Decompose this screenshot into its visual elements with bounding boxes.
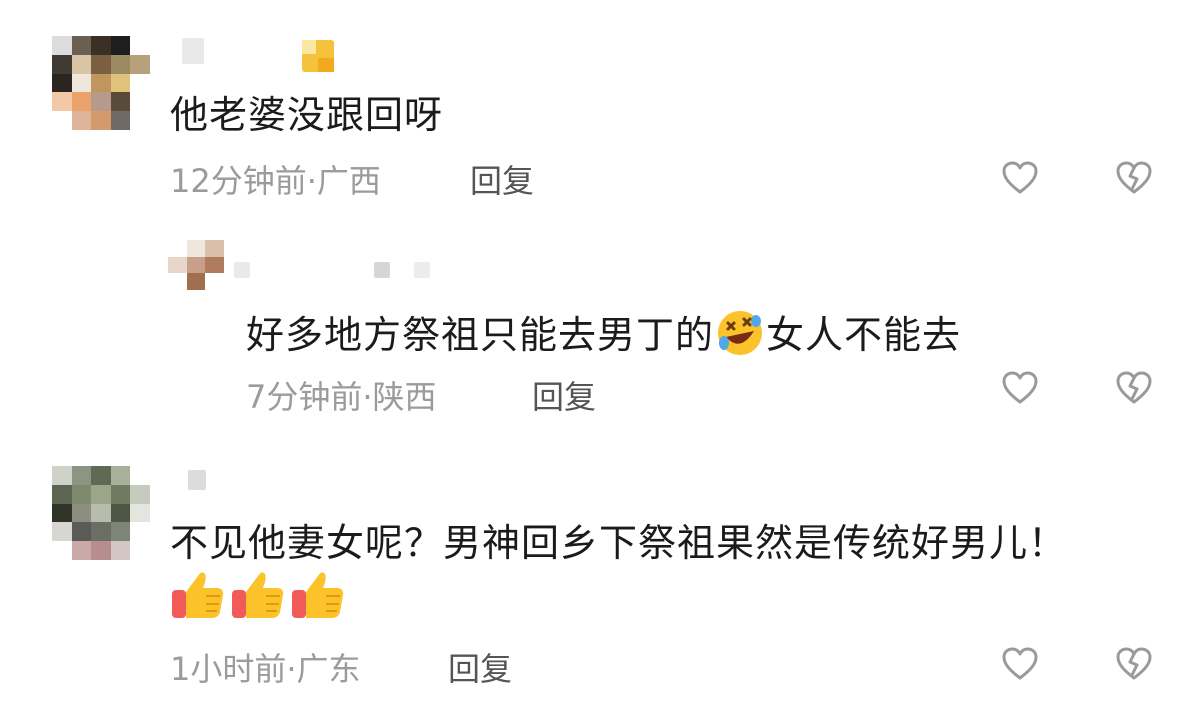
username-blurred[interactable] (182, 38, 204, 64)
comment-text-part: 好多地方祭祖只能去男丁的 (246, 313, 715, 357)
username-blurred[interactable] (414, 262, 430, 278)
thumbs-up-icon (288, 568, 348, 626)
heart-icon[interactable] (1000, 158, 1040, 198)
thumbs-up-icon (168, 568, 228, 626)
meta-separator: · (306, 162, 317, 200)
reply-button[interactable]: 回复 (532, 372, 596, 418)
broken-heart-icon[interactable] (1114, 368, 1154, 408)
heart-icon[interactable] (1000, 368, 1040, 408)
comment-text-part: 女人不能去 (766, 313, 962, 357)
meta-separator: · (286, 650, 297, 688)
comment-location: 广西 (316, 162, 381, 200)
comment-text: 不见他妻女呢？男神回乡下祭祖果然是传统好男儿！ (170, 521, 1068, 565)
username-blurred[interactable] (374, 262, 390, 278)
emoji-row (168, 568, 348, 626)
comment-text: 好多地方祭祖只能去男丁的 女人不能去 (246, 304, 961, 368)
broken-heart-icon[interactable] (1114, 158, 1154, 198)
comment-time: 1小时前 (170, 650, 287, 688)
thumbs-up-icon (228, 568, 288, 626)
comment-text: 他老婆没跟回呀 (170, 93, 444, 137)
heart-icon[interactable] (1000, 644, 1040, 684)
avatar[interactable] (52, 36, 150, 130)
comment-meta: 12分钟前·广西 (170, 156, 381, 202)
comment-time: 7分钟前 (246, 378, 363, 416)
meta-separator: · (362, 378, 373, 416)
username-blurred[interactable] (188, 470, 206, 490)
user-badge-icon (300, 38, 336, 74)
avatar[interactable] (168, 240, 224, 290)
reply-button[interactable]: 回复 (470, 156, 534, 202)
comment-time: 12分钟前 (170, 162, 307, 200)
comment-meta: 1小时前·广东 (170, 644, 361, 690)
username-blurred[interactable] (234, 262, 250, 278)
rolling-on-floor-laughing-icon (714, 307, 766, 368)
comment-meta: 7分钟前·陕西 (246, 372, 437, 418)
avatar[interactable] (52, 466, 150, 560)
reply-button[interactable]: 回复 (448, 644, 512, 690)
comment-location: 广东 (296, 650, 361, 688)
broken-heart-icon[interactable] (1114, 644, 1154, 684)
comment-location: 陕西 (372, 378, 437, 416)
